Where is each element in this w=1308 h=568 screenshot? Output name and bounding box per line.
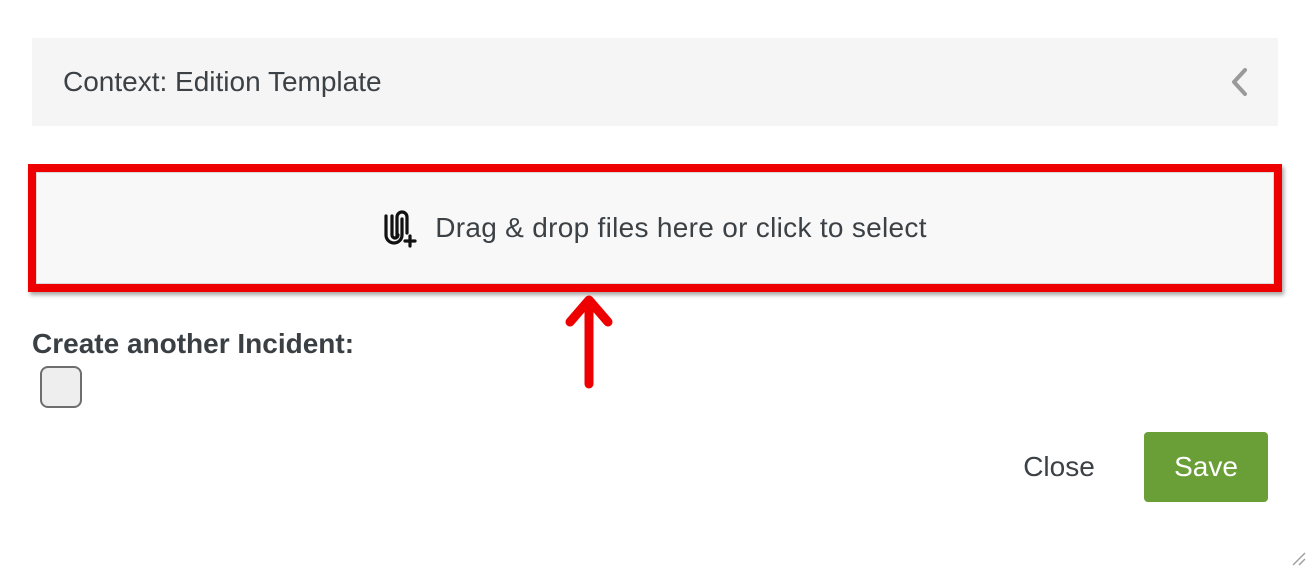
context-title: Context: Edition Template xyxy=(63,66,382,97)
annotation-highlight-box: Drag & drop files here or click to selec… xyxy=(28,164,1282,292)
chevron-left-icon[interactable] xyxy=(1224,62,1254,102)
arrow-up-icon xyxy=(560,288,620,398)
file-dropzone[interactable]: Drag & drop files here or click to selec… xyxy=(36,172,1274,284)
paperclip-plus-icon xyxy=(383,207,417,249)
create-another-incident-label: Create another Incident: xyxy=(32,328,355,359)
dropzone-label: Drag & drop files here or click to selec… xyxy=(435,212,927,243)
context-section-header[interactable]: Context: Edition Template xyxy=(32,38,1278,126)
resize-handle-icon[interactable] xyxy=(1290,550,1306,566)
create-another-incident-checkbox[interactable] xyxy=(40,366,82,408)
save-button[interactable]: Save xyxy=(1144,432,1268,502)
incident-form-dialog: Context: Edition Template Drag & drop fi… xyxy=(0,0,1308,568)
close-button[interactable]: Close xyxy=(1000,436,1118,498)
